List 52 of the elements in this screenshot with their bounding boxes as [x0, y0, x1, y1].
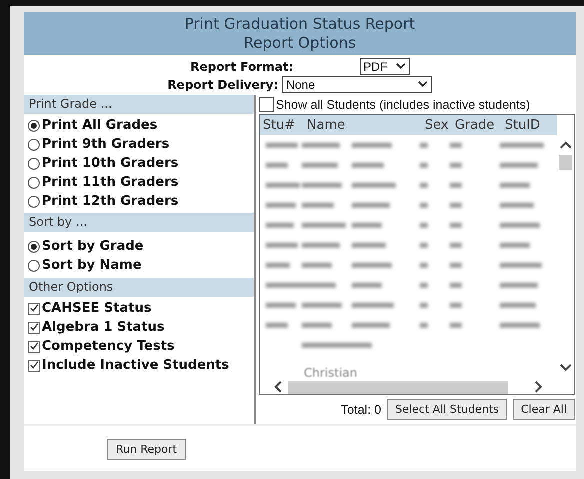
- scroll-up-icon[interactable]: [560, 141, 572, 149]
- student-list[interactable]: Stu# Name Sex Grade StuID Christian: [259, 114, 575, 395]
- section-header: Print Grade ...: [24, 95, 254, 114]
- scrollbar-thumb[interactable]: [288, 380, 508, 394]
- option-label: Include Inactive Students: [42, 358, 230, 373]
- scroll-left-icon[interactable]: [274, 381, 282, 393]
- option-label: Sort by Grade: [42, 239, 144, 254]
- section-header: Other Options: [24, 278, 254, 297]
- run-report-button[interactable]: Run Report: [107, 439, 186, 460]
- radio-button[interactable]: [28, 176, 40, 188]
- radio-button[interactable]: [28, 120, 40, 132]
- student-name: Christian: [304, 366, 358, 380]
- column-header: StuID: [505, 118, 542, 132]
- option-label: Print All Grades: [42, 118, 158, 133]
- option-label: Algebra 1 Status: [42, 320, 165, 335]
- report-subtitle: Report Options: [242, 34, 358, 53]
- action-button[interactable]: Clear All: [513, 399, 575, 420]
- radio-button[interactable]: [28, 158, 40, 170]
- radio-button[interactable]: [28, 196, 40, 208]
- delivery-label: Report Delivery:: [168, 78, 278, 92]
- column-header: Grade: [455, 118, 496, 132]
- radio-button[interactable]: [28, 240, 40, 252]
- option-label: Print 10th Graders: [42, 156, 179, 171]
- action-button[interactable]: Select All Students: [387, 399, 508, 420]
- section-header: Sort by ...: [24, 213, 254, 232]
- scroll-down-icon[interactable]: [560, 364, 572, 372]
- column-header: Sex: [425, 118, 450, 132]
- checkbox[interactable]: [28, 302, 40, 314]
- option-label: Print 11th Graders: [42, 175, 179, 190]
- report-title: Print Graduation Status Report: [184, 15, 416, 34]
- show-all-label: Show all Students (includes inactive students): [276, 98, 530, 112]
- checkbox[interactable]: [28, 360, 40, 372]
- scrollbar-thumb[interactable]: [559, 155, 572, 170]
- radio-button[interactable]: [28, 260, 40, 272]
- checkbox[interactable]: [259, 97, 274, 112]
- format-label: Report Format:: [190, 60, 294, 74]
- checkbox[interactable]: [28, 340, 40, 352]
- option-label: Competency Tests: [42, 339, 175, 354]
- radio-button[interactable]: [28, 138, 40, 150]
- option-label: Sort by Name: [42, 258, 142, 273]
- option-label: Print 12th Graders: [42, 194, 179, 209]
- chevron-down-icon: [396, 63, 406, 70]
- total-count: Total: 0: [341, 402, 382, 416]
- checkbox[interactable]: [28, 322, 40, 334]
- delivery-select[interactable]: None: [282, 76, 432, 93]
- option-label: CAHSEE Status: [42, 301, 152, 316]
- column-header: Name: [307, 118, 346, 132]
- option-label: Print 9th Graders: [42, 137, 170, 152]
- chevron-down-icon: [418, 81, 428, 88]
- format-select[interactable]: PDF: [360, 58, 410, 75]
- scroll-right-icon[interactable]: [535, 381, 543, 393]
- column-header: Stu#: [262, 118, 296, 132]
